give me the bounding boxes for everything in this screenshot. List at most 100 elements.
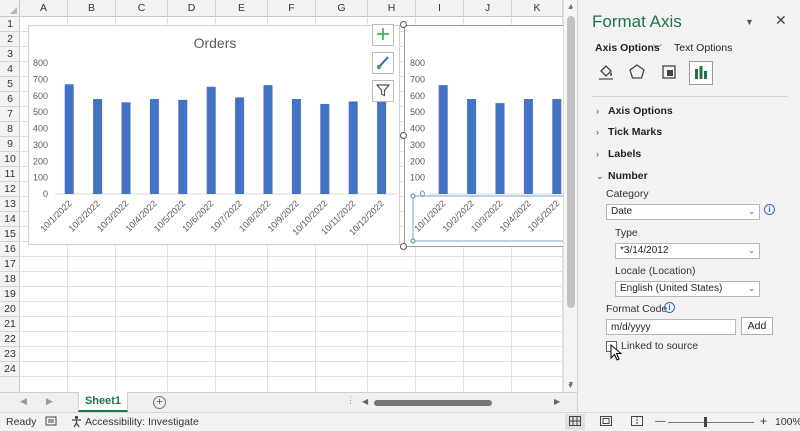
tab-text-options[interactable]: Text Options — [674, 42, 732, 54]
row-header[interactable]: 17 — [0, 257, 20, 272]
zoom-out-button[interactable]: — — [655, 415, 666, 427]
row-header[interactable]: 3 — [0, 47, 20, 62]
zoom-in-button[interactable]: + — [760, 414, 767, 428]
column-header[interactable]: H — [368, 0, 416, 17]
page-break-icon — [631, 415, 643, 429]
accessibility-icon[interactable] — [70, 415, 83, 431]
axis-options-tab[interactable] — [689, 61, 713, 85]
row-header[interactable]: 24 — [0, 362, 20, 377]
info-icon[interactable]: i — [664, 302, 675, 313]
row-header[interactable]: 1 — [0, 17, 20, 32]
horizontal-scroll-thumb[interactable] — [374, 400, 492, 406]
close-icon[interactable]: ✕ — [775, 12, 787, 29]
column-header[interactable]: F — [268, 0, 316, 17]
chevron-down-icon[interactable]: ﹀ — [653, 42, 662, 55]
row-header[interactable]: 12 — [0, 182, 20, 197]
format-code-input[interactable] — [606, 319, 736, 335]
zoom-slider[interactable] — [668, 422, 754, 423]
zoom-level[interactable]: 100% — [775, 416, 800, 428]
tab-split-handle[interactable]: ⋮ — [346, 395, 355, 406]
bar-chart-icon — [692, 63, 710, 84]
pane-options-icon[interactable]: ▼ — [745, 17, 754, 27]
y-tick-label: 700 — [410, 74, 425, 84]
row-header[interactable]: 18 — [0, 272, 20, 287]
sheet-tab[interactable]: Sheet1 — [78, 392, 128, 412]
row-header[interactable]: 15 — [0, 227, 20, 242]
status-ready: Ready — [6, 416, 37, 428]
resize-handle-left[interactable] — [400, 132, 407, 139]
row-header[interactable]: 13 — [0, 197, 20, 212]
pane-scroll-down-icon[interactable]: ▼ — [567, 383, 574, 390]
section-number[interactable]: ⌄ Number — [596, 170, 648, 182]
new-sheet-button[interactable]: + — [153, 396, 166, 409]
bar — [235, 97, 245, 194]
normal-view-button[interactable] — [565, 414, 585, 430]
chart-elements-button[interactable] — [372, 24, 394, 46]
row-header[interactable]: 8 — [0, 122, 20, 137]
row-header[interactable]: 7 — [0, 107, 20, 122]
type-select[interactable]: *3/14/2012 ⌄ — [615, 243, 760, 259]
row-header[interactable]: 22 — [0, 332, 20, 347]
orders-chart[interactable]: Orders 800 700 600 500 400 300 200 100 0 10/1/202… — [28, 25, 400, 245]
column-header[interactable]: E — [216, 0, 268, 17]
column-header[interactable]: K — [512, 0, 563, 17]
page-break-preview-button[interactable] — [627, 414, 647, 430]
y-tick-label: 500 — [33, 107, 48, 117]
scroll-left-icon[interactable]: ◀ — [362, 397, 368, 406]
row-header[interactable]: 4 — [0, 62, 20, 77]
size-properties-tab[interactable] — [657, 61, 681, 85]
row-header[interactable]: 23 — [0, 347, 20, 362]
section-labels[interactable]: › Labels — [596, 148, 641, 160]
info-icon[interactable]: i — [764, 204, 775, 215]
next-sheet-icon[interactable]: ▶ — [46, 396, 53, 407]
row-header[interactable]: 5 — [0, 77, 20, 92]
section-label: Number — [608, 170, 648, 182]
resize-handle-top-left[interactable] — [400, 21, 407, 28]
row-header[interactable]: 9 — [0, 137, 20, 152]
column-header[interactable]: J — [464, 0, 512, 17]
select-all-corner[interactable] — [0, 0, 20, 17]
bar — [93, 99, 103, 194]
effects-tab[interactable] — [625, 61, 649, 85]
zoom-slider-thumb[interactable] — [704, 417, 707, 427]
column-header[interactable]: B — [68, 0, 116, 17]
chart-filters-button[interactable] — [372, 80, 394, 102]
scroll-right-icon[interactable]: ▶ — [554, 397, 560, 406]
tab-axis-options[interactable]: Axis Options — [595, 42, 660, 54]
grid-line — [20, 286, 563, 287]
resize-handle-bottom-left[interactable] — [400, 243, 407, 250]
grid-line — [20, 271, 563, 272]
row-header[interactable]: 6 — [0, 92, 20, 107]
prev-sheet-icon[interactable]: ◀ — [20, 396, 27, 407]
row-header[interactable]: 16 — [0, 242, 20, 257]
page-layout-button[interactable] — [596, 414, 616, 430]
category-select[interactable]: Date ⌄ — [606, 204, 760, 220]
column-header[interactable]: I — [416, 0, 464, 17]
fill-line-tab[interactable] — [594, 61, 618, 85]
row-header[interactable]: 2 — [0, 32, 20, 47]
column-header[interactable]: A — [20, 0, 68, 17]
section-tick-marks[interactable]: › Tick Marks — [596, 126, 662, 138]
row-header[interactable]: 20 — [0, 302, 20, 317]
row-header[interactable]: 11 — [0, 167, 20, 182]
column-header[interactable]: C — [116, 0, 168, 17]
row-header[interactable]: 19 — [0, 287, 20, 302]
spreadsheet-area[interactable]: ABCDEFGHIJK 1 2 3 4 5 6 7 8 9 10 11 12 13 14 15 16 17 18 1… — [0, 0, 577, 392]
column-header[interactable]: G — [316, 0, 368, 17]
selected-chart[interactable]: 800 700 600 500 400 300 200 100 0 10/1/2022 10/2/2… — [404, 25, 571, 247]
locale-select[interactable]: English (United States) ⌄ — [615, 281, 760, 297]
row-header[interactable]: 14 — [0, 212, 20, 227]
accessibility-status[interactable]: Accessibility: Investigate — [85, 416, 199, 428]
chart-styles-button[interactable] — [372, 52, 394, 74]
bar — [495, 103, 505, 194]
page-layout-icon — [600, 415, 612, 429]
section-axis-options[interactable]: › Axis Options — [596, 105, 673, 117]
macro-record-icon[interactable] — [45, 415, 57, 430]
column-header[interactable]: D — [168, 0, 216, 17]
horizontal-scrollbar[interactable]: ◀ ▶ — [362, 396, 562, 409]
pane-scroll-up-icon[interactable]: ▲ — [567, 4, 574, 11]
add-button[interactable]: Add — [741, 317, 773, 335]
row-header[interactable]: 10 — [0, 152, 20, 167]
row-header[interactable]: 21 — [0, 317, 20, 332]
grid-line — [20, 256, 563, 257]
